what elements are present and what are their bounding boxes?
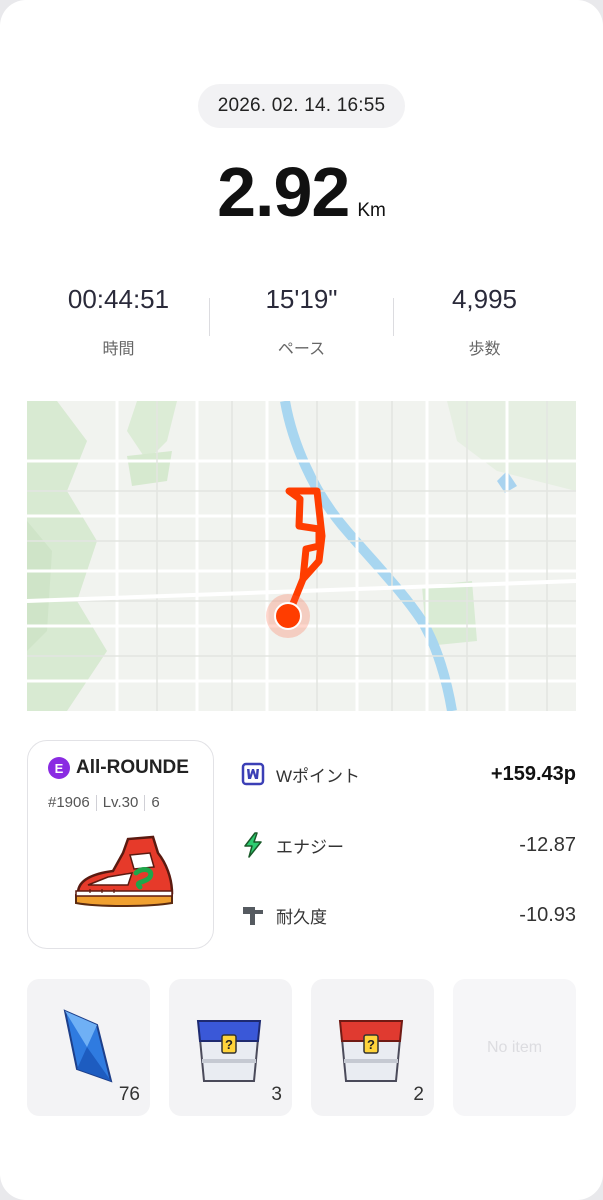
sneaker-title: E All-ROUNDE — [48, 757, 189, 779]
stat-pace: 15'19" ペース — [210, 280, 393, 360]
energy-bolt-icon — [240, 832, 266, 858]
stat-steps: 4,995 歩数 — [393, 280, 576, 360]
distance-display: 2.92 Km — [0, 152, 603, 252]
workout-summary-card: 2026. 02. 14. 16:55 2.92 Km 00:44:51 時間 … — [0, 0, 603, 1200]
svg-text:?: ? — [367, 1037, 375, 1052]
stat-time-label: 時間 — [102, 341, 135, 358]
meta-divider — [144, 794, 146, 811]
item-count: 3 — [271, 1084, 282, 1105]
reward-label: 耐久度 — [276, 907, 327, 927]
items-row: 76 ? 3 ? 2 No item — [27, 979, 576, 1116]
svg-text:?: ? — [225, 1037, 233, 1052]
item-slot-crystal[interactable]: 76 — [27, 979, 150, 1116]
reward-value: +159.43p — [490, 762, 576, 785]
w-point-icon — [240, 761, 266, 787]
stat-time-value: 00:44:51 — [67, 284, 170, 314]
sneaker-name: All-ROUNDE — [76, 757, 189, 778]
item-slot-red-box[interactable]: ? 2 — [311, 979, 434, 1116]
distance-value: 2.92 — [217, 153, 350, 231]
reward-value: -10.93 — [519, 903, 576, 926]
sneaker-id: #1906 — [48, 794, 90, 811]
durability-icon — [240, 902, 266, 928]
reward-row-durability: 耐久度 -10.93 — [240, 895, 576, 935]
stats-row: 00:44:51 時間 15'19" ペース 4,995 歩数 — [27, 280, 576, 360]
stat-pace-label: ペース — [277, 341, 326, 358]
sneaker-icon — [75, 835, 174, 907]
no-item-label: No item — [486, 1038, 543, 1056]
stat-divider — [393, 298, 394, 336]
reward-row-energy: エナジー -12.87 — [240, 825, 576, 865]
reward-label: Wポイント — [276, 766, 361, 786]
sneaker-level: Lv.30 — [102, 794, 139, 811]
datetime-pill: 2026. 02. 14. 16:55 — [198, 84, 405, 128]
sneaker-card[interactable]: E All-ROUNDE #1906 Lv.30 6 — [27, 740, 214, 949]
sneaker-extra: 6 — [151, 794, 160, 811]
end-point-marker — [274, 602, 302, 630]
distance-unit: Km — [357, 200, 386, 221]
item-slot-empty: No item — [453, 979, 576, 1116]
stat-time: 00:44:51 時間 — [27, 280, 210, 360]
meta-divider — [95, 794, 97, 811]
blue-mystery-box-icon: ? — [196, 1020, 262, 1082]
route-map[interactable] — [27, 401, 576, 711]
item-count: 76 — [118, 1084, 140, 1105]
red-mystery-box-icon: ? — [338, 1020, 404, 1082]
stat-pace-value: 15'19" — [265, 284, 338, 314]
stat-divider — [209, 298, 210, 336]
grade-badge: E — [48, 757, 70, 779]
map-canvas — [27, 401, 576, 711]
blue-crystal-icon — [63, 1009, 113, 1083]
reward-value: -12.87 — [519, 833, 576, 856]
reward-row-w-point: Wポイント +159.43p — [240, 754, 576, 794]
stat-steps-label: 歩数 — [468, 341, 501, 358]
item-count: 2 — [413, 1084, 424, 1105]
sneaker-meta: #1906 Lv.30 6 — [48, 794, 160, 811]
item-slot-blue-box[interactable]: ? 3 — [169, 979, 292, 1116]
reward-label: エナジー — [276, 837, 344, 857]
stat-steps-value: 4,995 — [451, 284, 518, 314]
